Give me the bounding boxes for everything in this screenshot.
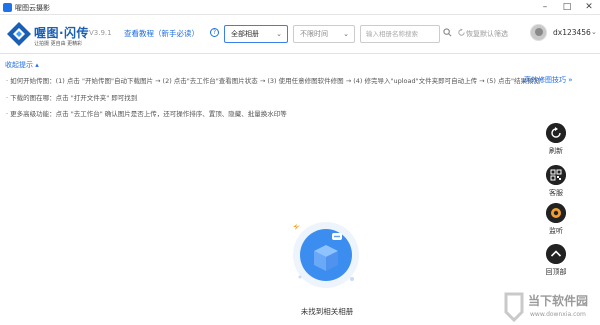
brand-slogan: 让拍摄 更自由 更精彩: [34, 41, 83, 47]
empty-state-text: 未找到相关相册: [300, 307, 354, 316]
chevron-down-icon: ⌄: [276, 30, 282, 38]
username[interactable]: dx123456: [553, 28, 591, 37]
refresh-button[interactable]: 刷新: [544, 123, 568, 156]
customer-service-label: 客服: [549, 189, 563, 197]
help-icon[interactable]: ?: [210, 28, 219, 37]
logo-icon: [7, 22, 31, 46]
search-icon[interactable]: [443, 28, 452, 37]
monitor-icon: [546, 203, 566, 223]
tip-download-location: · 下载的图在哪：点击 "打开文件夹" 即可找到: [6, 94, 138, 102]
tutorial-link[interactable]: 查看教程（新手必读）: [124, 28, 199, 39]
back-to-top-button[interactable]: 回顶部: [544, 244, 568, 277]
tip-advanced-features: · 更多高级功能：点击 "去工作台" 确认图片是否上传，还可操作排序、置顶、隐藏…: [6, 110, 287, 118]
tip-start-upload: · 如何开始传图：(1) 点击 "开始传图"自动下载图片 → (2) 点击"去工…: [6, 77, 543, 85]
monitor-label: 监听: [549, 227, 563, 235]
back-to-top-label: 回顶部: [545, 268, 567, 276]
empty-album-illustration: [293, 222, 359, 288]
header: 喔图·闪传 让拍摄 更自由 更精彩 V3.9.1 查看教程（新手必读） ? 全部…: [0, 16, 600, 54]
version-label: V3.9.1: [89, 29, 112, 37]
chevron-up-icon: [546, 244, 566, 264]
brand-name: 喔图·闪传: [34, 26, 90, 40]
watermark-url: www.downxia.com: [530, 311, 586, 318]
search-input[interactable]: 输入相册名称搜索: [360, 25, 440, 43]
editing-tips-link[interactable]: 高效修图技巧 »: [524, 75, 573, 85]
app-icon: [3, 3, 12, 12]
monitor-button[interactable]: 监听: [544, 203, 568, 236]
tips-toggle[interactable]: 收起提示 ▴: [5, 60, 39, 70]
time-select[interactable]: 不限时间 ⌄: [293, 25, 355, 43]
album-select[interactable]: 全部相册 ⌄: [224, 25, 288, 43]
window-title: 喔图云摄影: [15, 4, 50, 12]
chevron-down-icon: ⌄: [343, 30, 349, 38]
refresh-icon: [546, 123, 566, 143]
refresh-icon: [458, 28, 465, 36]
time-select-value: 不限时间: [300, 30, 328, 38]
close-button[interactable]: ✕: [578, 0, 600, 15]
chevron-down-icon[interactable]: ⌄: [591, 28, 597, 36]
watermark-name: 当下软件园: [528, 294, 589, 308]
title-bar: 喔图云摄影 – □ ✕: [0, 0, 600, 15]
minimize-button[interactable]: –: [534, 0, 556, 15]
album-select-value: 全部相册: [231, 30, 259, 38]
refresh-label: 刷新: [549, 147, 563, 155]
qr-code-icon: [546, 165, 566, 185]
avatar[interactable]: [530, 24, 547, 41]
maximize-button[interactable]: □: [556, 0, 578, 15]
customer-service-button[interactable]: 客服: [544, 165, 568, 198]
